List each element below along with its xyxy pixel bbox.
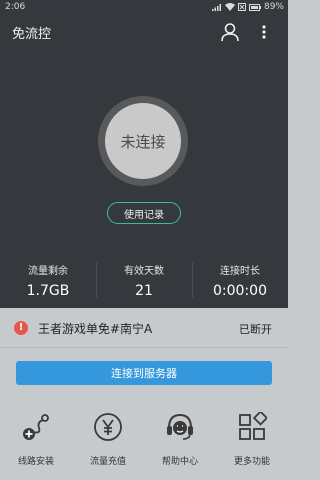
server-name: 王者游戏单免#南宁A bbox=[38, 322, 153, 336]
overflow-menu-button[interactable] bbox=[258, 22, 270, 42]
stat-label: 有效天数 bbox=[124, 266, 164, 277]
stat-connection-time: 连接时长 0:00:00 bbox=[192, 258, 288, 306]
main-panel: 未连接 使用记录 流量剩余 1.7GB 有效天数 21 连接时长 0:00:00 bbox=[0, 50, 288, 308]
wifi-icon bbox=[224, 3, 235, 11]
connect-server-button[interactable]: 连接到服务器 bbox=[16, 361, 272, 385]
alert-icon: ! bbox=[14, 321, 28, 335]
signal-icon bbox=[211, 4, 221, 11]
nav-label: 线路安装 bbox=[17, 457, 54, 467]
nav-more[interactable]: 更多功能 bbox=[216, 410, 288, 480]
stat-value: 21 bbox=[135, 283, 153, 299]
battery-icon bbox=[248, 3, 261, 11]
sim-icon bbox=[237, 3, 246, 11]
status-bar: 2:06 89% bbox=[0, 0, 288, 14]
nav-label: 流量充值 bbox=[89, 457, 126, 467]
more-vert-icon bbox=[262, 25, 266, 39]
nav-label: 更多功能 bbox=[233, 457, 270, 467]
stat-label: 流量剩余 bbox=[28, 266, 68, 277]
connection-status: 已断开 bbox=[239, 323, 272, 336]
headset-help-icon bbox=[167, 413, 193, 440]
status-icons: 89% bbox=[211, 0, 284, 14]
stat-traffic-remaining: 流量剩余 1.7GB bbox=[0, 258, 96, 306]
grid-more-icon bbox=[239, 410, 269, 440]
stat-valid-days: 有效天数 21 bbox=[96, 258, 192, 306]
nav-recharge[interactable]: 流量充值 bbox=[72, 410, 144, 480]
status-time: 2:06 bbox=[5, 2, 26, 12]
battery-level: 89% bbox=[263, 2, 284, 12]
app-bar: 免流控 bbox=[0, 14, 288, 50]
stat-label: 连接时长 bbox=[220, 266, 260, 277]
app-title: 免流控 bbox=[12, 27, 52, 42]
stat-value: 0:00:00 bbox=[213, 283, 267, 299]
usage-record-button[interactable]: 使用记录 bbox=[107, 202, 181, 224]
connect-toggle-button[interactable]: 未连接 bbox=[105, 103, 181, 179]
nav-help[interactable]: 帮助中心 bbox=[144, 410, 216, 480]
user-icon bbox=[221, 23, 239, 42]
nav-label: 帮助中心 bbox=[161, 457, 198, 467]
stat-value: 1.7GB bbox=[26, 283, 70, 299]
nav-route-install[interactable]: 线路安装 bbox=[0, 410, 72, 480]
yuan-recharge-icon bbox=[94, 413, 122, 441]
server-notice[interactable]: ! 王者游戏单免#南宁A 已断开 bbox=[0, 308, 288, 348]
route-install-icon bbox=[23, 414, 49, 440]
stats-row: 流量剩余 1.7GB 有效天数 21 连接时长 0:00:00 bbox=[0, 258, 288, 306]
user-button[interactable] bbox=[220, 22, 240, 42]
bottom-nav: 线路安装 流量充值 帮助中心 更多功能 bbox=[0, 410, 288, 480]
